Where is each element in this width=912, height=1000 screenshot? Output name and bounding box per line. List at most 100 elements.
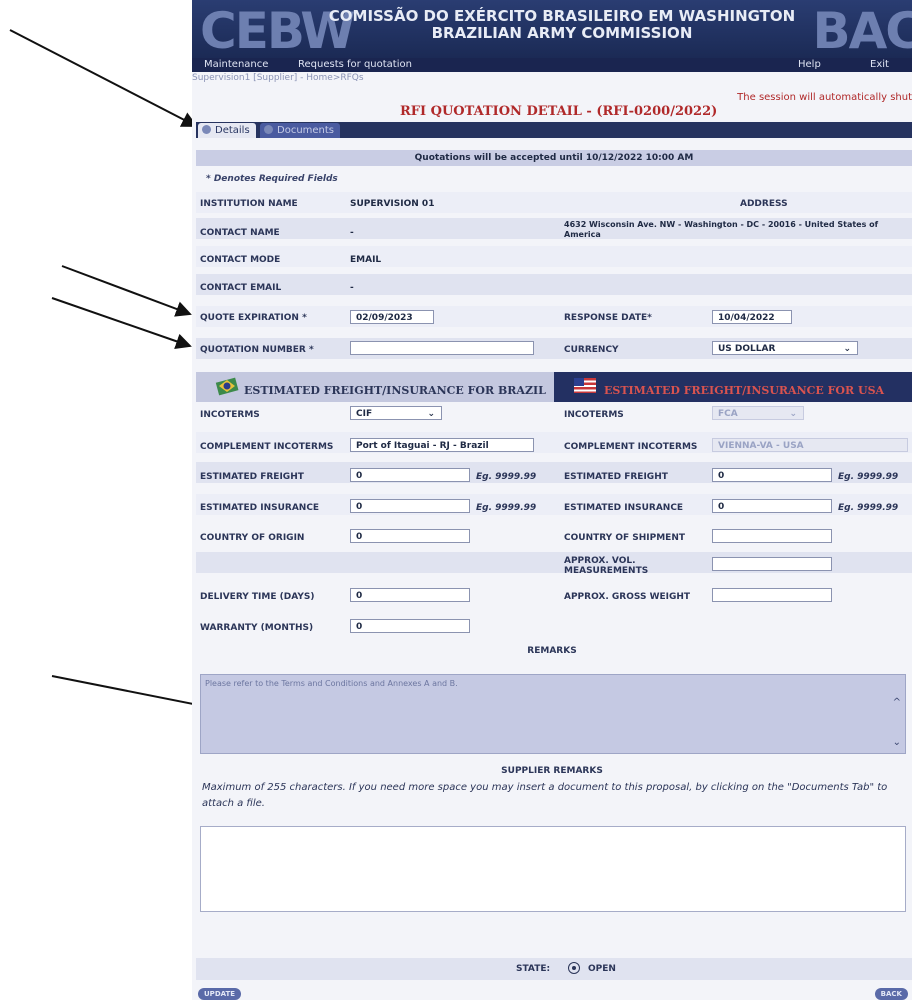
- details-tab-icon: [202, 125, 211, 134]
- required-fields-note: * Denotes Required Fields: [206, 174, 338, 184]
- institution-name-label: INSTITUTION NAME: [200, 199, 298, 209]
- row-bg: [196, 192, 912, 213]
- contact-email-label: CONTACT EMAIL: [200, 283, 282, 293]
- session-notice: The session will automatically shut: [737, 92, 912, 103]
- usa-insurance-input[interactable]: 0: [712, 499, 832, 513]
- contact-name-value: -: [350, 228, 354, 238]
- page-title: RFI QUOTATION DETAIL - (RFI-0200/2022): [400, 104, 718, 119]
- quotation-number-label: QUOTATION NUMBER *: [200, 345, 314, 355]
- deadline-notice: Quotations will be accepted until 10/12/…: [196, 150, 912, 166]
- state-row: STATE: OPEN: [196, 958, 912, 980]
- currency-select[interactable]: US DOLLAR ⌄: [712, 341, 858, 355]
- institution-name-value: SUPERVISION 01: [350, 199, 435, 209]
- arrow-to-quote-expiration: [61, 265, 192, 317]
- state-value: OPEN: [588, 964, 616, 974]
- brazil-freight-input[interactable]: 0: [350, 468, 470, 482]
- tab-details[interactable]: Details: [198, 123, 256, 138]
- supplier-remarks-textarea[interactable]: [200, 826, 906, 912]
- country-of-shipment-label: COUNTRY OF SHIPMENT: [564, 533, 685, 543]
- header-banner: CEBW COMISSÃO DO EXÉRCITO BRASILEIRO EM …: [192, 0, 912, 58]
- quotation-number-input[interactable]: [350, 341, 534, 355]
- row-bg: [196, 274, 912, 295]
- brazil-section-header: ESTIMATED FREIGHT/INSURANCE FOR BRAZIL: [196, 372, 554, 402]
- brazil-insurance-hint: Eg. 9999.99: [476, 503, 537, 513]
- approx-gross-weight-input[interactable]: [712, 588, 832, 602]
- contact-email-value: -: [350, 283, 354, 293]
- usa-incoterms-select[interactable]: FCA ⌄: [712, 406, 804, 420]
- scroll-up-icon[interactable]: ^: [893, 697, 901, 708]
- country-of-shipment-input[interactable]: [712, 529, 832, 543]
- brazil-complement-input[interactable]: Port of Itaguai - RJ - Brazil: [350, 438, 534, 452]
- address-label: ADDRESS: [740, 199, 788, 209]
- usa-freight-input[interactable]: 0: [712, 468, 832, 482]
- response-date-label: RESPONSE DATE*: [564, 313, 652, 323]
- arrow-to-quotation-number: [51, 297, 192, 349]
- breadcrumb[interactable]: Supervision1 [Supplier] - Home>RFQs: [192, 73, 364, 83]
- remarks-heading: REMARKS: [527, 646, 577, 656]
- menu-bar: Maintenance Requests for quotation Help …: [192, 58, 912, 72]
- title-line-2: BRAZILIAN ARMY COMMISSION: [431, 24, 693, 42]
- bac-logo: BAC: [812, 2, 912, 58]
- currency-value: US DOLLAR: [718, 344, 776, 354]
- delivery-time-label: DELIVERY TIME (DAYS): [200, 592, 315, 602]
- usa-section-title: ESTIMATED FREIGHT/INSURANCE FOR USA: [604, 384, 885, 397]
- contact-mode-label: CONTACT MODE: [200, 255, 281, 265]
- commission-title: COMISSÃO DO EXÉRCITO BRASILEIRO EM WASHI…: [322, 8, 802, 42]
- tab-documents[interactable]: Documents: [260, 123, 341, 138]
- warranty-label: WARRANTY (MONTHS): [200, 623, 314, 633]
- brazil-incoterms-label: INCOTERMS: [200, 410, 260, 420]
- menu-requests-for-quotation[interactable]: Requests for quotation: [298, 58, 412, 72]
- title-line-1: COMISSÃO DO EXÉRCITO BRASILEIRO EM WASHI…: [328, 7, 796, 25]
- contact-mode-value: EMAIL: [350, 255, 382, 265]
- country-of-origin-label: COUNTRY OF ORIGIN: [200, 533, 305, 543]
- documents-tab-icon: [264, 125, 273, 134]
- app-page: CEBW COMISSÃO DO EXÉRCITO BRASILEIRO EM …: [192, 0, 912, 1000]
- address-value: 4632 Wisconsin Ave. NW - Washington - DC…: [564, 220, 879, 239]
- approx-vol-input[interactable]: [712, 557, 832, 571]
- scroll-down-icon[interactable]: ⌄: [893, 737, 901, 748]
- response-date-input[interactable]: 10/04/2022: [712, 310, 792, 324]
- brazil-flag-icon: [215, 377, 239, 396]
- state-label: STATE:: [516, 964, 551, 974]
- update-button[interactable]: UPDATE: [198, 988, 242, 1000]
- brazil-incoterms-select[interactable]: CIF ⌄: [350, 406, 442, 420]
- state-open-radio[interactable]: [568, 962, 580, 974]
- delivery-time-input[interactable]: 0: [350, 588, 470, 602]
- usa-complement-label: COMPLEMENT INCOTERMS: [564, 442, 698, 452]
- brazil-insurance-label: ESTIMATED INSURANCE: [200, 503, 320, 513]
- usa-complement-input[interactable]: VIENNA-VA - USA: [712, 438, 908, 452]
- usa-incoterms-label: INCOTERMS: [564, 410, 624, 420]
- arrow-to-details-tab: [9, 29, 198, 127]
- supplier-remarks-note: Maximum of 255 characters. If you need m…: [202, 782, 888, 809]
- brazil-insurance-input[interactable]: 0: [350, 499, 470, 513]
- usa-insurance-hint: Eg. 9999.99: [838, 503, 899, 513]
- remarks-textarea[interactable]: Please refer to the Terms and Conditions…: [200, 674, 906, 754]
- brazil-freight-hint: Eg. 9999.99: [476, 472, 537, 482]
- brazil-complement-label: COMPLEMENT INCOTERMS: [200, 442, 334, 452]
- usa-section-header: ESTIMATED FREIGHT/INSURANCE FOR USA: [554, 372, 912, 402]
- tab-documents-label: Documents: [277, 125, 335, 136]
- supplier-remarks-heading: SUPPLIER REMARKS: [501, 766, 603, 776]
- approx-vol-label-2: MEASUREMENTS: [564, 566, 649, 576]
- usa-flag-icon: [574, 378, 596, 393]
- contact-name-label: CONTACT NAME: [200, 228, 280, 238]
- chevron-down-icon: ⌄: [427, 409, 435, 419]
- menu-help[interactable]: Help: [798, 58, 821, 72]
- menu-exit[interactable]: Exit: [870, 58, 889, 72]
- usa-freight-hint: Eg. 9999.99: [838, 472, 899, 482]
- quote-expiration-input[interactable]: 02/09/2023: [350, 310, 434, 324]
- menu-maintenance[interactable]: Maintenance: [204, 58, 268, 72]
- tab-bar: Details Documents: [196, 122, 912, 138]
- usa-incoterms-value: FCA: [718, 409, 738, 419]
- warranty-input[interactable]: 0: [350, 619, 470, 633]
- country-of-origin-input[interactable]: 0: [350, 529, 470, 543]
- back-button[interactable]: BACK: [874, 988, 908, 1000]
- row-bg: [196, 246, 912, 267]
- chevron-down-icon: ⌄: [843, 344, 851, 354]
- currency-label: CURRENCY: [564, 345, 619, 355]
- chevron-down-icon: ⌄: [789, 409, 797, 419]
- remarks-text: Please refer to the Terms and Conditions…: [205, 679, 458, 688]
- approx-vol-label-1: APPROX. VOL.: [564, 556, 636, 566]
- brazil-section-title: ESTIMATED FREIGHT/INSURANCE FOR BRAZIL: [244, 384, 546, 397]
- approx-gross-weight-label: APPROX. GROSS WEIGHT: [564, 592, 691, 602]
